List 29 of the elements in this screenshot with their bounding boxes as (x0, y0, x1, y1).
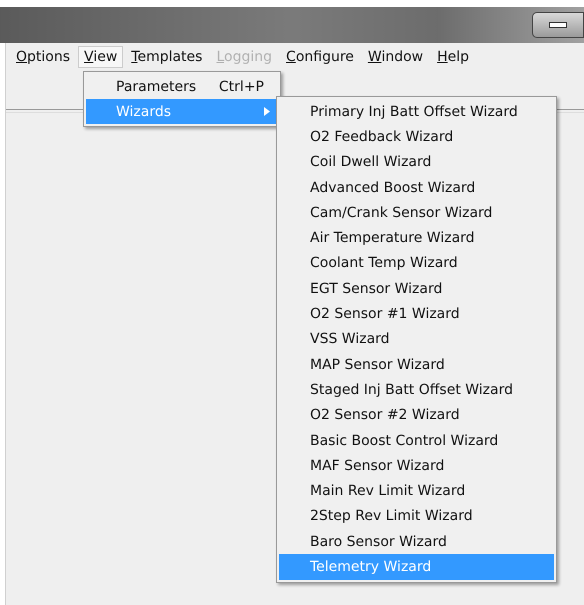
menu-item[interactable]: Cam/Crank Sensor Wizard (279, 200, 554, 226)
menu-item[interactable]: Main Rev Limit Wizard (279, 478, 554, 504)
menu-item[interactable]: MAP Sensor Wizard (279, 352, 554, 378)
menu-item[interactable]: VSS Wizard (279, 326, 554, 352)
menu-item[interactable]: 2Step Rev Limit Wizard (279, 504, 554, 530)
menu-item[interactable]: EGT Sensor Wizard (279, 276, 554, 302)
menu-item[interactable]: Configure (280, 46, 360, 68)
menu-item[interactable]: View (78, 46, 124, 68)
menu-item[interactable]: Window (362, 46, 430, 68)
menu-item[interactable]: Air Temperature Wizard (279, 225, 554, 251)
menu-item[interactable]: Options (10, 46, 76, 68)
menu-item[interactable]: Templates (125, 46, 208, 68)
menu-item[interactable]: Primary Inj Batt Offset Wizard (279, 99, 554, 124)
menu-item[interactable]: Advanced Boost Wizard (279, 174, 554, 200)
menu-item[interactable]: Basic Boost Control Wizard (279, 428, 554, 454)
menu-item[interactable]: O2 Sensor #2 Wizard (279, 402, 554, 428)
menu-item[interactable]: O2 Feedback Wizard (279, 124, 554, 150)
minimize-button[interactable] (532, 12, 584, 38)
menu-item[interactable]: Help (431, 46, 476, 68)
menu-item[interactable]: MAF Sensor Wizard (279, 453, 554, 478)
menu-item[interactable]: Baro Sensor Wizard (279, 529, 554, 554)
shortcut-label: Ctrl+P (218, 78, 264, 94)
menu-item-label: Wizards (116, 104, 172, 120)
menu-item[interactable]: Coolant Temp Wizard (279, 250, 554, 276)
menu-item[interactable]: Coil Dwell Wizard (279, 150, 554, 175)
menu-item-label: Parameters (116, 78, 198, 94)
menu-item[interactable]: O2 Sensor #1 Wizard (279, 301, 554, 327)
menu-item[interactable]: Parameters Ctrl+P (86, 74, 278, 99)
menu-item[interactable]: Staged Inj Batt Offset Wizard (279, 377, 554, 403)
